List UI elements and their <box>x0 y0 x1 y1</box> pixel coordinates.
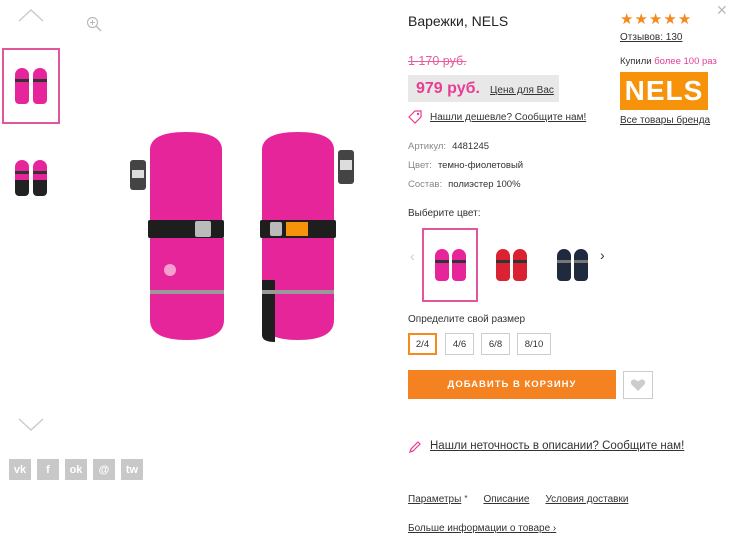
thumbnail-1[interactable] <box>2 48 60 124</box>
composition-row: Состав: полиэстер 100% <box>408 179 521 190</box>
bought-prefix: Купили <box>620 56 652 67</box>
current-price: 979 руб. <box>416 80 480 97</box>
color-prev-arrow-icon[interactable]: ‹ <box>410 248 415 264</box>
wishlist-button[interactable] <box>623 371 653 399</box>
pencil-icon <box>409 441 421 453</box>
odnoklassniki-icon[interactable]: ok <box>65 459 87 480</box>
color-next-arrow-icon[interactable]: › <box>600 247 605 263</box>
size-label: Определите свой размер <box>408 314 526 325</box>
vk-icon[interactable]: vk <box>9 459 31 480</box>
facebook-icon[interactable]: f <box>37 459 59 480</box>
found-cheaper-link[interactable]: Нашли дешевле? Сообщите нам! <box>430 112 586 123</box>
bought-count-value: более 100 раз <box>654 56 717 67</box>
color-swatch-pink[interactable] <box>422 228 478 302</box>
star-icon: ★ <box>648 11 663 28</box>
price-note-link[interactable]: Цена для Вас <box>490 85 554 96</box>
thumbnails-up-arrow-icon[interactable] <box>18 8 44 22</box>
star-icon: ★ <box>663 11 677 28</box>
price-tag-icon <box>408 110 422 124</box>
add-to-cart-button[interactable]: ДОБАВИТЬ В КОРЗИНУ <box>408 370 616 399</box>
size-option-8-10[interactable]: 8/10 <box>517 333 551 355</box>
tab-delivery[interactable]: Условия доставки <box>545 494 628 505</box>
more-info-link[interactable]: Больше информации о товаре › <box>408 523 556 534</box>
size-option-6-8[interactable]: 6/8 <box>481 333 510 355</box>
article-row: Артикул: 4481245 <box>408 141 489 152</box>
size-option-4-6[interactable]: 4/6 <box>445 333 474 355</box>
composition-label: Состав: <box>408 179 443 190</box>
star-icon: ★ <box>677 11 692 28</box>
twitter-icon[interactable]: tw <box>121 459 143 480</box>
size-option-2-4[interactable]: 2/4 <box>408 333 437 355</box>
star-icon: ★ <box>620 11 634 28</box>
thumbnail-2[interactable] <box>2 140 60 216</box>
color-swatch-navy[interactable] <box>544 228 600 302</box>
product-title: Варежки, NELS <box>408 13 509 29</box>
composition-value: полиэстер 100% <box>448 179 521 190</box>
color-swatch-red[interactable] <box>483 228 539 302</box>
zoom-icon[interactable] <box>86 16 102 32</box>
tab-description[interactable]: Описание <box>483 494 529 505</box>
close-icon[interactable]: ✕ <box>716 2 728 19</box>
tab-parameters[interactable]: Параметры <box>408 494 461 505</box>
all-brand-goods-link[interactable]: Все товары бренда <box>620 115 710 126</box>
old-price: 1 170 руб. <box>408 54 467 68</box>
thumbnails-down-arrow-icon[interactable] <box>18 418 44 432</box>
heart-icon <box>630 379 646 391</box>
star-icon: ★ <box>634 11 648 28</box>
product-main-image[interactable] <box>120 130 360 370</box>
rating-stars: ★ ★ ★ ★ ★ <box>620 12 691 27</box>
social-share-bar: vk f ok @ tw <box>9 459 143 480</box>
article-value: 4481245 <box>452 141 490 152</box>
reviews-link[interactable]: Отзывов: 130 <box>620 32 682 43</box>
more-info-label: Больше информации о товаре <box>408 523 551 534</box>
tab-parameters-marker: * <box>464 494 468 503</box>
color-row: Цвет: темно-фиолетовый <box>408 160 523 171</box>
choose-color-label: Выберите цвет: <box>408 208 481 219</box>
info-tabs: Параметры * Описание Условия доставки <box>408 494 628 505</box>
article-label: Артикул: <box>408 141 447 152</box>
email-icon[interactable]: @ <box>93 459 115 480</box>
color-label: Цвет: <box>408 160 432 171</box>
bought-count: Купили более 100 раз <box>620 56 717 67</box>
brand-logo[interactable]: NELS <box>620 72 708 110</box>
report-inaccuracy-link[interactable]: Нашли неточность в описании? Сообщите на… <box>430 440 684 452</box>
color-value: темно-фиолетовый <box>437 160 524 171</box>
